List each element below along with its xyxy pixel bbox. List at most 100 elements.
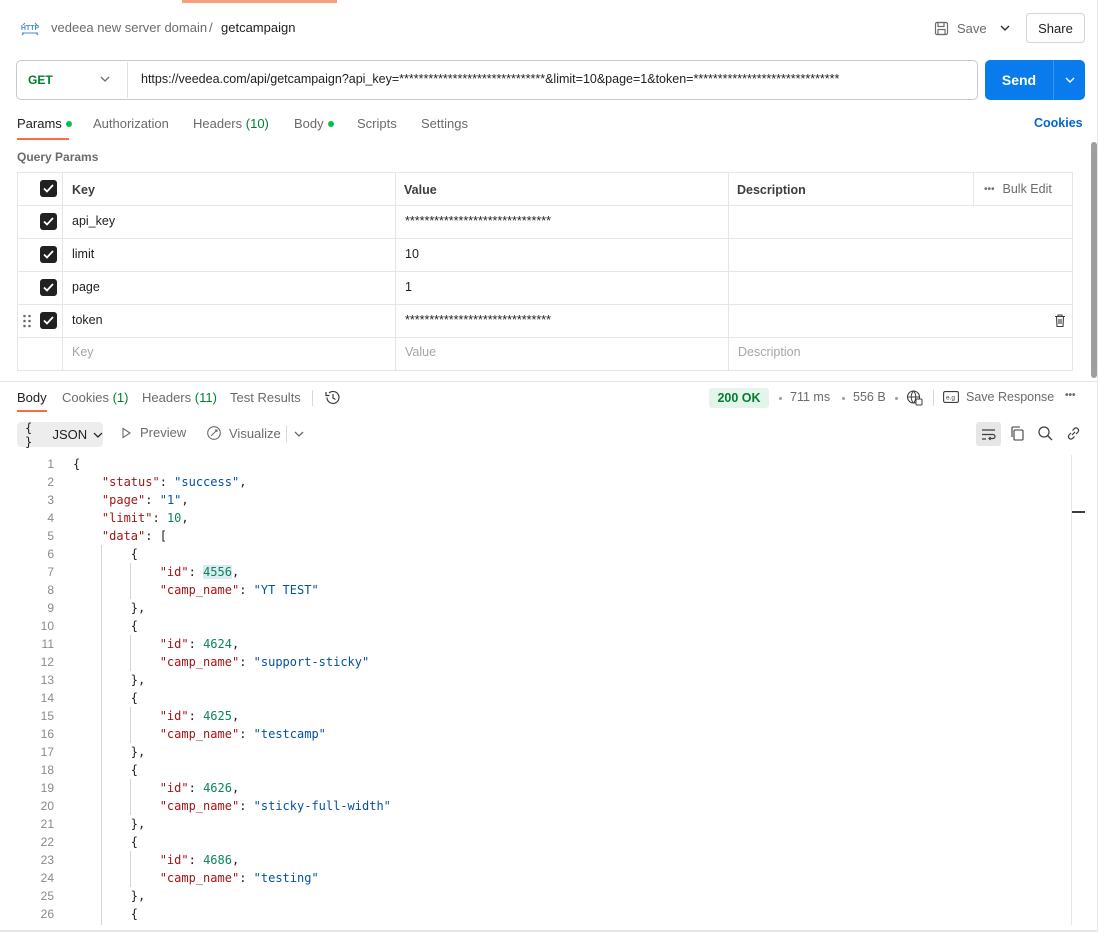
editor-scrollbar-marker[interactable] xyxy=(1072,511,1085,513)
param-checkbox[interactable] xyxy=(40,213,57,230)
method-select[interactable]: GET xyxy=(28,73,53,87)
param-key[interactable]: api_key xyxy=(72,214,115,228)
preview-label: Preview xyxy=(140,425,187,440)
response-tab-test-results[interactable]: Test Results xyxy=(230,390,301,405)
more-options-icon[interactable]: ••• xyxy=(1065,390,1076,401)
drag-handle-icon[interactable] xyxy=(22,314,32,328)
line-number: 6 xyxy=(47,547,54,561)
url-input[interactable]: https://veedea.com/api/getcampaign?api_k… xyxy=(141,72,839,86)
active-dot-icon xyxy=(65,120,72,127)
param-key[interactable]: page xyxy=(72,280,100,294)
tab-headers[interactable]: Headers (10) xyxy=(193,116,269,131)
line-number: 15 xyxy=(40,709,54,723)
json-number: 4626 xyxy=(203,781,232,795)
share-button[interactable]: Share xyxy=(1026,13,1085,43)
code-text: "camp_name": "YT TEST" xyxy=(159,583,319,597)
response-tab-headers[interactable]: Headers (11) xyxy=(142,390,217,405)
code-text: "id": 4624, xyxy=(159,637,240,651)
code-line: 17 }, xyxy=(0,743,1072,761)
line-number: 4 xyxy=(47,511,54,525)
meta-separator xyxy=(895,397,898,400)
trash-icon[interactable] xyxy=(1053,313,1067,328)
response-time[interactable]: 711 ms xyxy=(790,390,830,404)
new-param-description[interactable]: Description xyxy=(738,345,801,359)
line-number: 11 xyxy=(41,637,54,651)
code-text: }, xyxy=(73,601,146,615)
visualize-button[interactable]: Visualize xyxy=(206,425,281,441)
response-tab-body[interactable]: Body xyxy=(17,390,47,405)
col-divider xyxy=(62,172,63,371)
status-badge[interactable]: 200 OK xyxy=(709,388,769,408)
json-number: 10 xyxy=(166,511,182,525)
svg-text:e.g: e.g xyxy=(946,395,955,402)
chevron-down-icon[interactable] xyxy=(292,427,306,441)
bulk-edit-button[interactable]: ••• Bulk Edit xyxy=(984,182,1052,196)
param-checkbox[interactable] xyxy=(40,279,57,296)
preview-button[interactable]: Preview xyxy=(120,425,186,440)
code-text: "id": 4625, xyxy=(159,709,240,723)
response-body-editor[interactable]: 1{ 2 "status": "success", 3 "page": "1",… xyxy=(0,455,1072,925)
tab-settings[interactable]: Settings xyxy=(421,116,468,131)
copy-icon[interactable] xyxy=(1009,425,1026,442)
param-key[interactable]: token xyxy=(72,313,103,327)
param-checkbox[interactable] xyxy=(40,246,57,263)
wrap-icon xyxy=(982,428,996,440)
param-value[interactable]: 1 xyxy=(405,280,412,294)
network-globe-icon[interactable] xyxy=(906,389,923,406)
code-text: "id": 4556, xyxy=(159,565,240,579)
response-tab-cookies[interactable]: Cookies (1) xyxy=(62,390,128,405)
json-number: 4686 xyxy=(203,853,232,867)
param-value[interactable]: ****************************** xyxy=(405,313,551,327)
breadcrumb-collection[interactable]: vedeea new server domain xyxy=(51,20,207,35)
param-value[interactable]: 10 xyxy=(405,247,419,261)
send-button[interactable]: Send xyxy=(985,60,1053,100)
meta-separator xyxy=(842,397,845,400)
cookies-link[interactable]: Cookies xyxy=(1034,116,1083,130)
history-icon[interactable] xyxy=(324,389,341,406)
line-number: 24 xyxy=(40,871,54,885)
param-checkbox[interactable] xyxy=(40,312,57,329)
pane-divider[interactable] xyxy=(0,381,1098,382)
save-button[interactable]: Save xyxy=(934,16,987,40)
search-icon[interactable] xyxy=(1037,425,1054,442)
param-value[interactable]: ****************************** xyxy=(405,214,551,228)
code-text: "data": [ xyxy=(101,529,167,543)
tab-params[interactable]: Params xyxy=(17,116,72,131)
tab-scripts[interactable]: Scripts xyxy=(357,116,397,131)
line-number: 3 xyxy=(47,493,54,507)
code-text: }, xyxy=(73,817,146,831)
tab-body[interactable]: Body xyxy=(294,116,334,131)
row-divider xyxy=(17,337,1073,338)
format-label: JSON xyxy=(52,427,88,442)
editor-scrollbar-track[interactable] xyxy=(1071,455,1072,925)
row-divider xyxy=(17,304,1073,305)
link-icon[interactable] xyxy=(1065,425,1082,442)
save-options-button[interactable] xyxy=(996,18,1014,38)
send-options-button[interactable] xyxy=(1054,60,1085,100)
code-line: 2 "status": "success", xyxy=(0,473,1072,491)
request-scrollbar[interactable] xyxy=(1091,142,1097,378)
save-response-button[interactable]: e.g Save Response xyxy=(943,390,1054,404)
code-text: { xyxy=(73,457,81,471)
select-all-checkbox[interactable] xyxy=(40,180,57,197)
json-string: "sticky-full-width" xyxy=(253,799,391,813)
code-line: 18 { xyxy=(0,761,1072,779)
new-param-value[interactable]: Value xyxy=(405,345,436,359)
code-line: 8 "camp_name": "YT TEST" xyxy=(0,581,1072,599)
new-param-key[interactable]: Key xyxy=(72,345,94,359)
active-dot-icon xyxy=(327,120,334,127)
tab-authorization[interactable]: Authorization xyxy=(93,116,169,131)
json-key: "camp_name" xyxy=(159,799,240,813)
separator xyxy=(933,390,934,406)
response-size[interactable]: 556 B xyxy=(853,390,886,404)
code-text: { xyxy=(73,763,139,777)
request-name[interactable]: getcampaign xyxy=(221,20,295,35)
code-text: "status": "success", xyxy=(101,475,247,489)
line-number: 16 xyxy=(40,727,54,741)
format-select[interactable]: { } JSON xyxy=(17,421,103,449)
wrap-lines-button[interactable] xyxy=(976,422,1001,446)
param-key[interactable]: limit xyxy=(72,247,94,261)
chevron-down-icon[interactable] xyxy=(98,72,112,86)
json-key: "limit" xyxy=(101,511,153,525)
meta-separator xyxy=(779,397,782,400)
